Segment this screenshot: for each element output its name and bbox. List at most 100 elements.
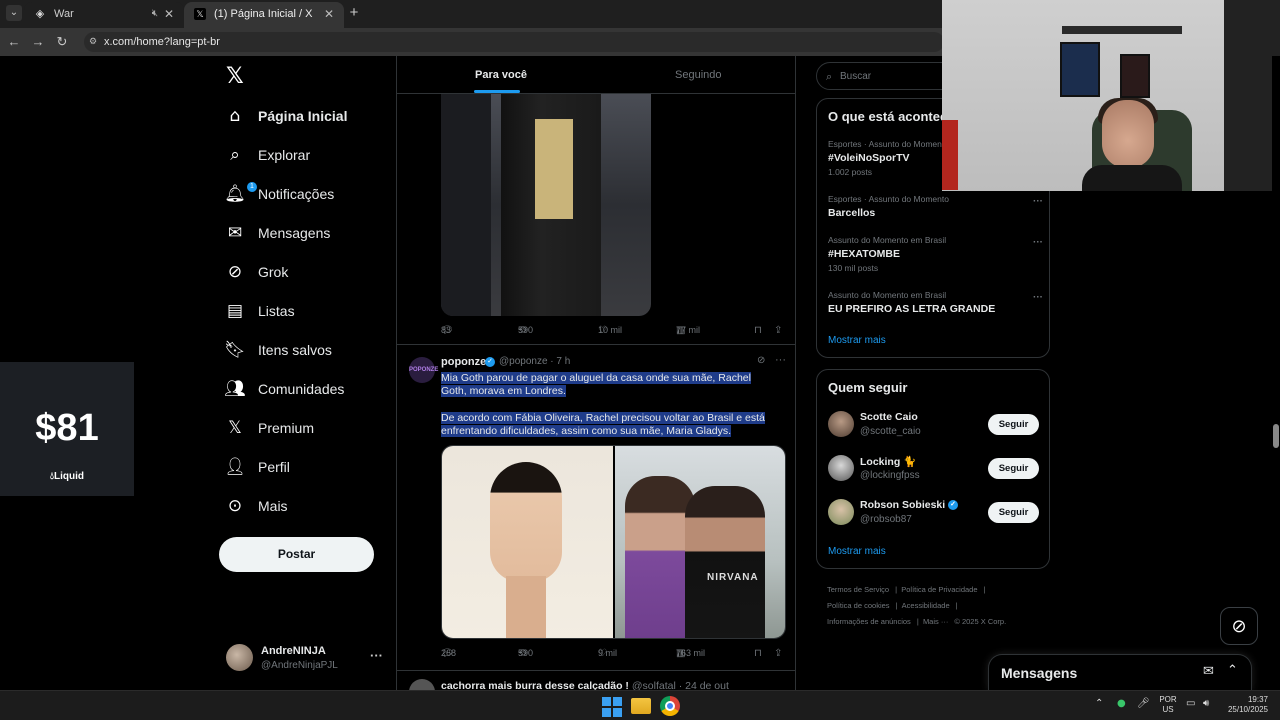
more-dots-icon[interactable]: ···	[1033, 196, 1043, 207]
more-dots-icon[interactable]: ···	[1033, 292, 1043, 303]
envelope-icon: ✉	[227, 223, 243, 243]
show-more-follow-link[interactable]: Mostrar mais	[828, 546, 886, 557]
tweet-image-man-in-coat[interactable]	[441, 94, 651, 316]
nav-item-home[interactable]: ⌂ Página Inicial	[224, 101, 394, 131]
show-more-trends-link[interactable]: Mostrar mais	[828, 335, 886, 346]
follow-suggestion[interactable]: Locking 🐈 @lockingfpss Seguir	[828, 455, 1043, 485]
new-tab-icon[interactable]: +	[346, 5, 362, 21]
war-favicon-icon: ◈	[35, 8, 45, 20]
account-switcher[interactable]: AndreNINJA @AndreNinjaPJL ···	[226, 642, 396, 676]
tray-chevron-icon[interactable]: ⌃	[1095, 698, 1103, 709]
close-tab-icon[interactable]: ✕	[164, 2, 174, 26]
follow-button[interactable]: Seguir	[988, 502, 1039, 523]
back-arrow-icon[interactable]: ←	[6, 34, 22, 50]
tweet-image-collage[interactable]: NIRVANA	[441, 445, 786, 639]
bookmark-icon: 🔖︎	[224, 340, 246, 360]
avatar[interactable]: POPONZE	[409, 357, 438, 383]
site-info-icon[interactable]: ⚙	[89, 36, 99, 47]
more-link[interactable]: Mais ···	[923, 617, 948, 626]
nav-item-premium[interactable]: 𝕏 Premium	[224, 413, 394, 443]
avatar	[828, 455, 854, 481]
trend-item[interactable]: Assunto do Momento em Brasil #HEXATOMBE …	[828, 235, 1043, 273]
nav-label: Perfil	[258, 459, 290, 475]
cookies-link[interactable]: Política de cookies	[827, 601, 890, 610]
nav-label: Explorar	[258, 147, 311, 163]
browser-tab-x-home[interactable]: 𝕏 (1) Página Inicial / X ✕	[184, 2, 344, 28]
more-dots-icon[interactable]: ···	[370, 648, 383, 663]
tweet-actions: 💬︎ 83 ⟲ 590 ♡ 10 mil ▥ 77 mil ⊓ ⇪	[441, 325, 783, 336]
tab-for-you[interactable]: Para você	[475, 69, 527, 81]
file-explorer-icon[interactable]	[631, 698, 651, 714]
privacy-link[interactable]: Política de Privacidade	[901, 585, 977, 594]
nav-label: Notificações	[258, 186, 335, 202]
windows-start-icon[interactable]	[601, 696, 622, 717]
search-icon: ⌕	[826, 70, 833, 83]
nav-label: Comunidades	[258, 381, 345, 397]
list-icon: ▤	[226, 301, 244, 321]
tab-title: War	[54, 8, 74, 20]
verified-badge-icon: ✓	[948, 500, 959, 511]
tweet-poponze[interactable]: POPONZE poponze ✓ @poponze · 7 h ⊘ ··· M…	[397, 344, 795, 670]
trend-item[interactable]: Esportes · Assunto do Momento Barcellos …	[828, 194, 1043, 219]
x-favicon-icon: 𝕏	[194, 8, 206, 20]
system-clock[interactable]: 19:37 25/10/2025	[1222, 695, 1268, 715]
nav-item-explore[interactable]: ⌕ Explorar	[224, 140, 394, 170]
post-button[interactable]: Postar	[219, 537, 374, 572]
input-language[interactable]: POR US	[1158, 695, 1178, 715]
avatar[interactable]	[409, 679, 435, 690]
nav-item-lists[interactable]: ▤ Listas	[224, 296, 394, 326]
microphone-icon[interactable]: 🎤︎	[1137, 698, 1150, 709]
network-icon[interactable]: ▭	[1186, 698, 1195, 709]
nav-label: Mensagens	[258, 225, 331, 241]
tab-search-dropdown-icon[interactable]: ⌄	[6, 5, 22, 21]
terms-link[interactable]: Termos de Serviço	[827, 585, 889, 594]
url-field[interactable]: ⚙ x.com/home?lang=pt-br	[84, 32, 944, 52]
tweet-solfatal[interactable]: cachorra mais burra desse calçadão ! @so…	[397, 670, 795, 690]
browser-tab-war[interactable]: ◈ War 🔇︎ ✕	[24, 2, 184, 28]
trend-item[interactable]: Assunto do Momento em Brasil EU PREFIRO …	[828, 290, 1043, 315]
messages-drawer[interactable]: Mensagens ✉ ⌃	[988, 654, 1252, 690]
follow-button[interactable]: Seguir	[988, 458, 1039, 479]
tweet-handle-time[interactable]: @poponze · 7 h	[499, 356, 570, 367]
messages-drawer-title: Mensagens	[1001, 665, 1078, 681]
ads-info-link[interactable]: Informações de anúncios	[827, 617, 911, 626]
forward-arrow-icon[interactable]: →	[30, 34, 46, 50]
avatar	[828, 499, 854, 525]
avatar	[226, 644, 253, 671]
close-tab-icon[interactable]: ✕	[324, 2, 334, 26]
nav-item-profile[interactable]: 👤︎ Perfil	[224, 452, 394, 482]
grok-icon[interactable]: ⊘	[757, 355, 765, 366]
tweet-header: cachorra mais burra desse calçadão ! @so…	[441, 680, 729, 690]
people-icon: 👥︎	[224, 379, 246, 399]
new-message-icon[interactable]: ✉	[1203, 664, 1214, 679]
reload-icon[interactable]: ↻	[54, 34, 70, 50]
tab-following[interactable]: Seguindo	[675, 69, 722, 81]
account-name: AndreNINJA	[261, 645, 326, 657]
volume-icon[interactable]: 🔊︎	[1203, 698, 1209, 709]
muted-audio-icon[interactable]: 🔇︎	[152, 2, 158, 26]
scrollbar-track[interactable]	[1272, 56, 1280, 690]
grok-floating-button[interactable]: ⊘	[1220, 607, 1258, 645]
nav-item-notifications[interactable]: 🔔︎ 1 Notificações	[224, 179, 394, 209]
nav-item-bookmarks[interactable]: 🔖︎ Itens salvos	[224, 335, 394, 365]
follow-title: Quem seguir	[828, 380, 908, 395]
follow-button[interactable]: Seguir	[988, 414, 1039, 435]
account-handle: @AndreNinjaPJL	[261, 660, 338, 671]
nav-item-more[interactable]: ⊙ Mais	[224, 491, 394, 521]
accessibility-link[interactable]: Acessibilidade	[902, 601, 950, 610]
nav-item-grok[interactable]: ⊘ Grok	[224, 257, 394, 287]
footer-links: Termos de Serviço | Política de Privacida…	[827, 585, 1007, 626]
nav-item-messages[interactable]: ✉ Mensagens	[224, 218, 394, 248]
expand-chevron-icon[interactable]: ⌃	[1227, 663, 1238, 678]
more-dots-icon[interactable]: ···	[1033, 237, 1043, 248]
chrome-icon[interactable]	[660, 696, 680, 716]
status-dot-icon[interactable]: ●	[1117, 698, 1126, 709]
nav-item-communities[interactable]: 👥︎ Comunidades	[224, 374, 394, 404]
follow-suggestion[interactable]: Robson Sobieski ✓ @robsob87 Seguir	[828, 499, 1043, 529]
tweet-author[interactable]: poponze	[441, 356, 486, 368]
more-dots-icon[interactable]: ···	[775, 354, 786, 366]
nav-label: Itens salvos	[258, 342, 332, 358]
x-logo-icon[interactable]: 𝕏	[226, 64, 244, 89]
scrollbar-thumb[interactable]	[1273, 424, 1279, 448]
follow-suggestion[interactable]: Scotte Caio @scotte_caio Seguir	[828, 411, 1043, 441]
